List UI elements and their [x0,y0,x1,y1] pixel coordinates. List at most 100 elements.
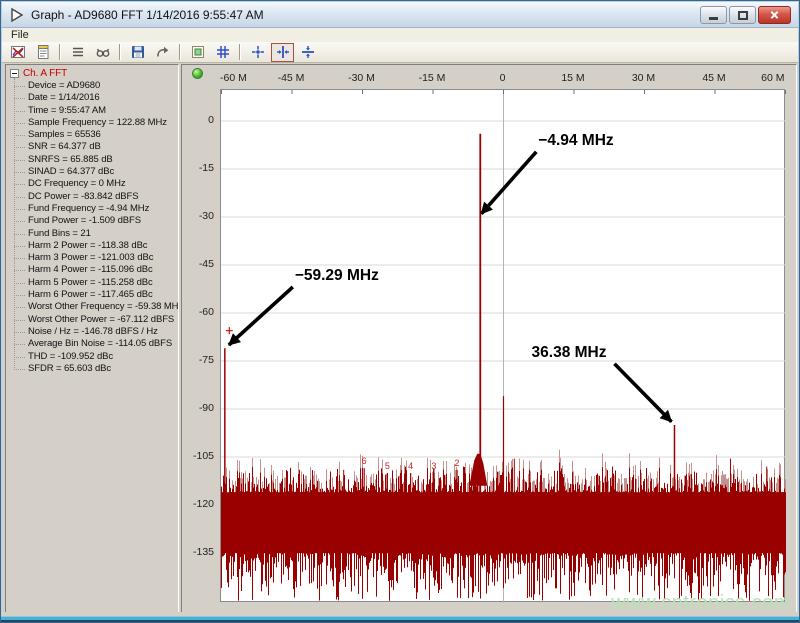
tree-item[interactable]: DC Power = -83.842 dBFS [14,191,178,203]
toolbar-button-list[interactable] [66,43,89,62]
toolbar-button-zoom-fit[interactable] [246,43,269,62]
tree-item[interactable]: Average Bin Noise = -114.05 dBFS [14,338,178,350]
y-axis-label: -120 [193,498,214,510]
report-icon [35,44,51,60]
peak-marker-icon [226,327,233,334]
toolbar-button-annotation[interactable] [186,43,209,62]
tree-item[interactable]: Harm 2 Power = -118.38 dBc [14,240,178,252]
toolbar-button-chart-export[interactable] [6,43,29,62]
maximize-button[interactable] [729,6,756,24]
collapse-icon[interactable] [10,69,19,78]
x-axis-label: -60 M [220,72,247,84]
watermark: www.cntronics.com [611,592,791,615]
minimize-icon [709,17,718,20]
x-axis-label: 60 M [761,72,784,84]
tree-item[interactable]: Harm 3 Power = -121.003 dBc [14,252,178,264]
menu-item-file[interactable]: File [2,29,38,41]
fft-spectrum[interactable]: 2 3 4 5 6 −4.94 MHz −59.29 MHz 36.38 MHz [221,90,786,603]
harmonic-number-label: 6 [362,456,367,466]
export-arrow-icon [155,44,171,60]
annotation-label: −59.29 MHz [295,267,379,284]
tree-item[interactable]: Noise / Hz = -146.78 dBFS / Hz [14,326,178,338]
tree-item[interactable]: Harm 5 Power = -115.258 dBc [14,277,178,289]
measurements-tree: Ch. A FFT Device = AD9680Date = 1/14/201… [6,65,178,375]
tree-item[interactable]: SNR = 64.377 dB [14,141,178,153]
x-axis-label: 45 M [702,72,725,84]
tree-item[interactable]: Worst Other Power = -67.112 dBFS [14,314,178,326]
window-title: Graph - AD9680 FFT 1/14/2016 9:55:47 AM [31,8,264,22]
tree-item[interactable]: Samples = 65536 [14,129,178,141]
chart-panel: -60 M-45 M-30 M-15 M015 M30 M45 M60 M 0-… [181,64,797,613]
toolbar-separator [239,44,241,60]
minimize-button[interactable] [700,6,727,24]
x-axis-label: 15 M [561,72,584,84]
toolbar-separator [119,44,121,60]
app-run-arrow-icon [9,7,25,23]
tree-root-label: Ch. A FFT [23,68,67,79]
tree-root[interactable]: Ch. A FFT [10,67,178,80]
maximize-icon [738,11,748,20]
x-axis: -60 M -45 M -30 M -15 M 0 15 M 30 M 45 M 60 M [220,72,785,87]
zoom-fit-icon [250,44,266,60]
harmonic-number-label: 4 [408,461,413,471]
toolbar-button-grid[interactable] [211,43,234,62]
tree-item[interactable]: Device = AD9680 [14,80,178,92]
close-button[interactable] [758,6,791,24]
harmonic-number-label: 3 [431,461,436,471]
x-axis-label: -45 M [278,72,305,84]
tree-children: Device = AD9680Date = 1/14/2016Time = 9:… [14,80,178,375]
tree-item[interactable]: Time = 9:55:47 AM [14,105,178,117]
measurements-tree-panel: Ch. A FFT Device = AD9680Date = 1/14/201… [5,64,179,613]
toolbar-separator [59,44,61,60]
plot-area[interactable]: 2 3 4 5 6 −4.94 MHz −59.29 MHz 36.38 MHz [220,89,785,602]
y-axis-label: -30 [199,210,214,222]
toolbar-separator [179,44,181,60]
y-axis-label: 0 [208,114,214,126]
annotation-icon [190,44,206,60]
tree-item[interactable]: DC Frequency = 0 MHz [14,178,178,190]
tree-item[interactable]: SFDR = 65.603 dBc [14,363,178,375]
tree-item[interactable]: THD = -109.952 dBc [14,351,178,363]
tree-item[interactable]: Sample Frequency = 122.88 MHz [14,117,178,129]
y-axis-label: -75 [199,354,214,366]
tree-item[interactable]: Fund Power = -1.509 dBFS [14,215,178,227]
harmonic-number-label: 5 [385,461,390,471]
toolbar [2,42,798,63]
menu-bar: File [2,28,798,42]
toolbar-button-export-arrow[interactable] [151,43,174,62]
save-icon [130,44,146,60]
tree-item[interactable]: Worst Other Frequency = -59.38 MHz [14,301,178,313]
horizontal-cursors-icon [300,44,316,60]
tree-item[interactable]: SINAD = 64.377 dBc [14,166,178,178]
y-axis-label: -135 [193,546,214,558]
tree-item[interactable]: Date = 1/14/2016 [14,92,178,104]
toolbar-button-report[interactable] [31,43,54,62]
annotation-label: −4.94 MHz [538,132,614,149]
toolbar-button-save[interactable] [126,43,149,62]
x-axis-label: 30 M [632,72,655,84]
y-axis-label: -90 [199,402,214,414]
vertical-cursors-icon [275,44,291,60]
x-axis-label: 0 [500,72,506,84]
y-axis-label: -45 [199,258,214,270]
y-axis-label: -15 [199,162,214,174]
list-icon [70,44,86,60]
y-axis-label: -105 [193,450,214,462]
tree-item[interactable]: SNRFS = 65.885 dB [14,154,178,166]
cursor-tool-icon [95,44,111,60]
app-window: Graph - AD9680 FFT 1/14/2016 9:55:47 AM … [0,0,800,623]
harmonic-number-label: 2 [455,458,460,468]
tree-item[interactable]: Fund Bins = 21 [14,228,178,240]
title-bar[interactable]: Graph - AD9680 FFT 1/14/2016 9:55:47 AM [2,2,798,28]
x-axis-label: -15 M [419,72,446,84]
annotation-label: 36.38 MHz [532,344,607,361]
toolbar-button-vertical-cursors[interactable] [271,43,294,62]
tree-item[interactable]: Harm 4 Power = -115.096 dBc [14,264,178,276]
tree-item[interactable]: Harm 6 Power = -117.465 dBc [14,289,178,301]
tree-item[interactable]: Fund Frequency = -4.94 MHz [14,203,178,215]
x-axis-label: -30 M [348,72,375,84]
y-axis-label: -60 [199,306,214,318]
grid-icon [215,44,231,60]
toolbar-button-cursor-tool[interactable] [91,43,114,62]
toolbar-button-horizontal-cursors[interactable] [296,43,319,62]
